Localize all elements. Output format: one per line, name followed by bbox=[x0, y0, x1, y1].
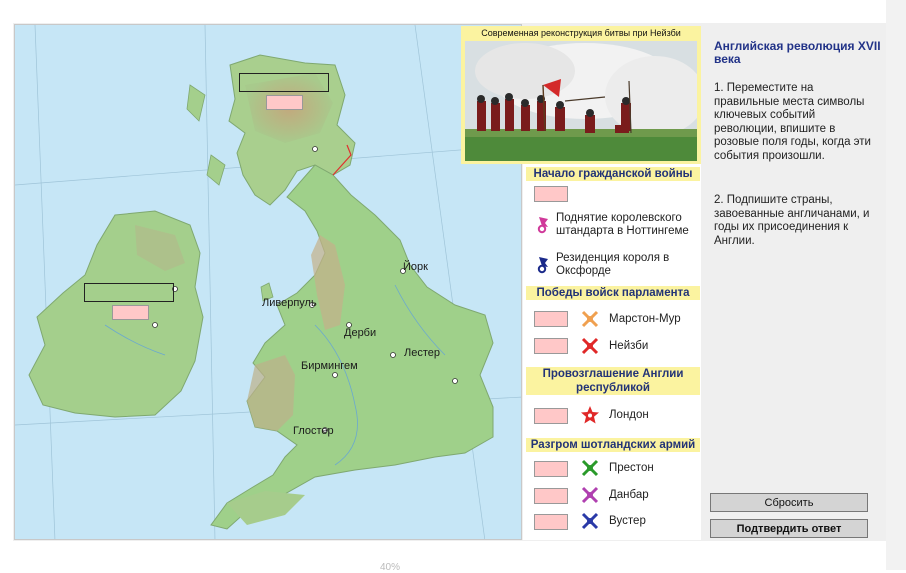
label-king-residence: Резиденция короля в Оксфорде bbox=[556, 252, 670, 277]
crossed-swords-red-icon[interactable] bbox=[580, 336, 600, 356]
city-label-york: Йорк bbox=[403, 261, 428, 273]
residence-flag-icon[interactable] bbox=[533, 255, 553, 275]
crossed-swords-purple-icon[interactable] bbox=[580, 485, 600, 505]
year-field-naseby[interactable] bbox=[534, 338, 568, 354]
year-field-marston-moor[interactable] bbox=[534, 311, 568, 327]
city-label-birmingham: Бирмингем bbox=[301, 360, 358, 372]
year-field-civil-war[interactable] bbox=[534, 186, 568, 202]
task-2-text: 2. Подпишите страны, завоеванные англича… bbox=[714, 194, 870, 247]
crossed-swords-orange-icon[interactable] bbox=[580, 309, 600, 329]
label-dunbar: Данбар bbox=[609, 489, 649, 501]
map-panel: Йорк Ливерпуль Дерби Лестер Бирмингем Гл… bbox=[14, 24, 522, 540]
label-raising-standard: Поднятие королевского штандарта в Ноттин… bbox=[556, 212, 689, 237]
label-worcester: Вустер bbox=[609, 515, 646, 527]
photo-caption: Современная реконструкция битвы при Нейз… bbox=[481, 28, 681, 38]
legend-heading-scots: Разгром шотландских армий bbox=[526, 438, 700, 452]
legend-heading-republic: Провозглашение Англии республикой bbox=[526, 367, 700, 395]
label-london: Лондон bbox=[609, 409, 649, 421]
reset-button[interactable]: Сбросить bbox=[710, 493, 868, 512]
year-field-preston[interactable] bbox=[534, 461, 568, 477]
events-legend: Начало гражданской войны Поднятие короле… bbox=[523, 164, 701, 540]
standard-flag-icon[interactable] bbox=[533, 215, 553, 235]
label-preston: Престон bbox=[609, 462, 654, 474]
battle-reconstruction-photo bbox=[465, 41, 697, 161]
battle-photo-panel: Современная реконструкция битвы при Нейз… bbox=[461, 26, 701, 164]
city-label-leicester: Лестер bbox=[404, 347, 440, 359]
crossed-swords-green-icon[interactable] bbox=[580, 458, 600, 478]
city-label-gloucester: Глостер bbox=[293, 425, 334, 437]
label-naseby: Нейзби bbox=[609, 340, 649, 352]
legend-heading-civil-war: Начало гражданской войны bbox=[526, 167, 700, 181]
instructions-panel: Английская революция XVII века 1. Переме… bbox=[702, 24, 886, 540]
city-label-liverpool: Ливерпуль bbox=[262, 297, 317, 309]
year-field-london[interactable] bbox=[534, 408, 568, 424]
crossed-swords-blue-icon[interactable] bbox=[580, 511, 600, 531]
legend-heading-parliament: Победы войск парламента bbox=[526, 286, 700, 300]
country-name-field-scotland[interactable] bbox=[239, 73, 329, 92]
confirm-answer-button[interactable]: Подтвердить ответ bbox=[710, 519, 868, 538]
label-marston-moor: Марстон-Мур bbox=[609, 313, 681, 325]
city-label-derby: Дерби bbox=[344, 327, 377, 339]
country-year-field-scotland[interactable] bbox=[266, 95, 303, 110]
page-title: Английская революция XVII века bbox=[714, 39, 881, 66]
footer-fragment: 40% bbox=[380, 562, 401, 573]
app-window: Йорк Ливерпуль Дерби Лестер Бирмингем Гл… bbox=[0, 0, 906, 573]
page-margin bbox=[886, 0, 906, 570]
task-1-text: 1. Переместите на правильные места симво… bbox=[714, 82, 871, 162]
year-field-dunbar[interactable] bbox=[534, 488, 568, 504]
country-year-field-ireland[interactable] bbox=[112, 305, 149, 320]
year-field-worcester[interactable] bbox=[534, 514, 568, 530]
country-name-field-ireland[interactable] bbox=[84, 283, 174, 302]
star-red-icon[interactable] bbox=[580, 405, 600, 425]
